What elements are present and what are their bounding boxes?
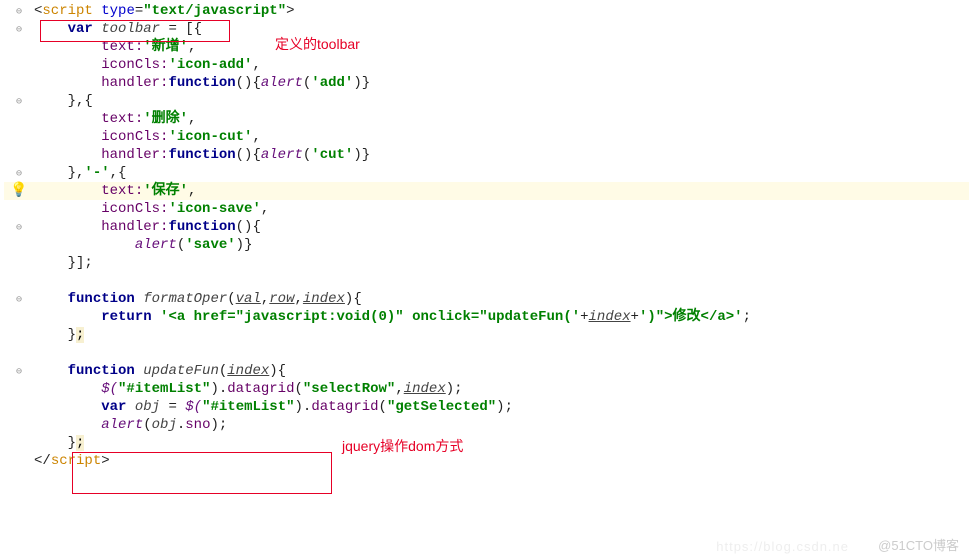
code-line: },'-',{ xyxy=(34,164,969,182)
watermark-text: @51CTO博客 xyxy=(878,535,959,554)
fold-icon[interactable]: ⊖ xyxy=(16,25,22,36)
code-line: handler:function(){alert('cut')} xyxy=(34,146,969,164)
code-line: return '<a href="javascript:void(0)" onc… xyxy=(34,308,969,326)
code-line: alert(obj.sno); xyxy=(34,416,969,434)
code-line: <script type="text/javascript"> xyxy=(34,2,969,20)
code-line: }]; xyxy=(34,254,969,272)
code-line: handler:function(){ xyxy=(34,218,969,236)
code-line: </script> xyxy=(34,452,969,470)
code-line: text:'保存', xyxy=(34,182,969,200)
code-line: var obj = $("#itemList").datagrid("getSe… xyxy=(34,398,969,416)
code-line: }; xyxy=(34,326,969,344)
code-line: $("#itemList").datagrid("selectRow",inde… xyxy=(34,380,969,398)
code-line: text:'删除', xyxy=(34,110,969,128)
code-line: alert('save')} xyxy=(34,236,969,254)
code-line: text:'新增', xyxy=(34,38,969,56)
annotation-text: jquery操作dom方式 xyxy=(342,436,463,456)
fold-icon[interactable]: ⊖ xyxy=(16,223,22,234)
code-line: iconCls:'icon-save', xyxy=(34,200,969,218)
code-line: handler:function(){alert('add')} xyxy=(34,74,969,92)
annotation-text: 定义的toolbar xyxy=(275,34,360,54)
fold-icon[interactable]: ⊖ xyxy=(16,367,22,378)
code-line: },{ xyxy=(34,92,969,110)
fold-icon[interactable]: ⊖ xyxy=(16,97,22,108)
code-line: function updateFun(index){ xyxy=(34,362,969,380)
code-line: iconCls:'icon-cut', xyxy=(34,128,969,146)
fold-icon[interactable]: ⊖ xyxy=(16,7,22,18)
fold-icon[interactable]: ⊖ xyxy=(16,295,22,306)
code-editor[interactable]: ⊖ <script type="text/javascript"> ⊖ var … xyxy=(0,0,969,472)
code-line: var toolbar = [{ xyxy=(34,20,969,38)
watermark-text: https://blog.csdn.ne xyxy=(716,539,849,554)
code-line: }; xyxy=(34,434,969,452)
fold-icon[interactable]: ⊖ xyxy=(16,169,22,180)
code-line: function formatOper(val,row,index){ xyxy=(34,290,969,308)
lightbulb-icon[interactable]: 💡 xyxy=(10,183,27,199)
code-line: iconCls:'icon-add', xyxy=(34,56,969,74)
